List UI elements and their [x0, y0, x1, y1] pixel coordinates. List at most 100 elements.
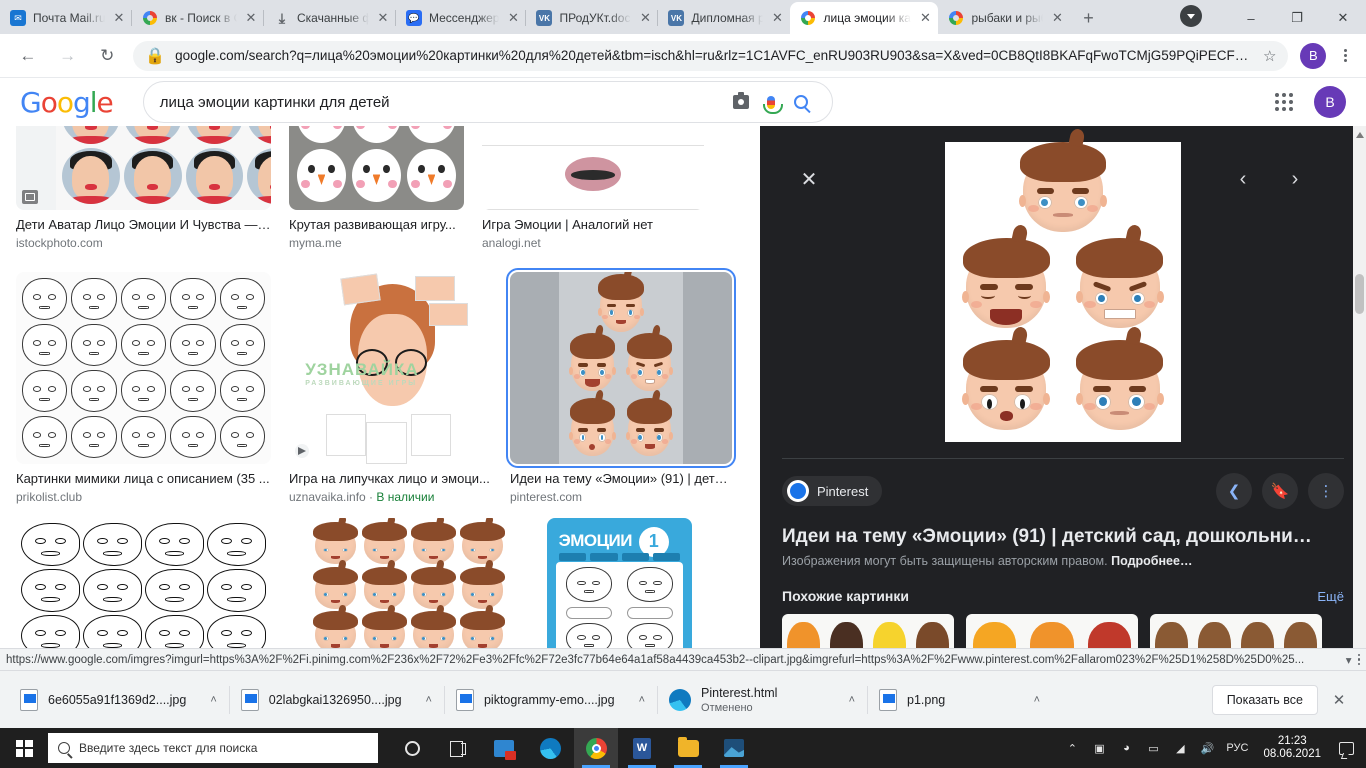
chevron-up-icon[interactable]: ˄ [835, 694, 855, 706]
result-thumbnail[interactable] [289, 518, 529, 648]
tab-2[interactable]: ⤓ Скачанные файлы ✕ [263, 2, 396, 34]
wifi-icon[interactable]: ◢ [1172, 740, 1188, 756]
word-icon[interactable]: W [620, 728, 664, 768]
download-item[interactable]: 02labgkai1326950....jpg ˄ [228, 680, 444, 720]
volume-icon[interactable]: 🔊 [1199, 740, 1215, 756]
search-icon[interactable] [786, 88, 816, 116]
share-icon[interactable]: ❮ [1216, 473, 1252, 509]
close-window-button[interactable]: ✕ [1320, 2, 1366, 34]
tab-5[interactable]: VK Дипломная работа ✕ [657, 2, 790, 34]
scrollbar-thumb[interactable] [1355, 274, 1364, 314]
chrome-icon[interactable] [574, 728, 618, 768]
more-vertical-icon[interactable] [1357, 653, 1360, 666]
reload-button[interactable]: ↻ [92, 41, 122, 71]
forward-button[interactable]: → [53, 41, 83, 71]
microphone-icon[interactable] [756, 88, 786, 116]
tab-0[interactable]: ✉ Почта Mail.ru ✕ [0, 2, 132, 34]
tab-close-icon[interactable]: ✕ [1050, 11, 1064, 25]
more-vertical-icon[interactable]: ⋮ [1308, 473, 1344, 509]
result-card[interactable]: Картинки мимики лица с описанием (35 ...… [16, 272, 271, 504]
result-thumbnail[interactable] [506, 268, 736, 468]
show-all-downloads-button[interactable]: Показать все [1211, 684, 1318, 715]
download-item[interactable]: 6e6055a91f1369d2....jpg ˄ [8, 680, 229, 720]
tab-close-icon[interactable]: ✕ [638, 11, 652, 25]
result-thumbnail[interactable] [16, 518, 271, 648]
result-title[interactable]: Идеи на тему «Эмоции» (91) | детск... [510, 471, 732, 487]
related-thumbnail[interactable] [782, 614, 954, 648]
result-card[interactable]: Крутая развивающая игру... myma.me [289, 126, 464, 250]
result-card[interactable] [289, 518, 529, 648]
result-title[interactable]: Дети Аватар Лицо Эмоции И Чувства — сток… [16, 217, 271, 233]
chevron-up-icon[interactable]: ˄ [196, 694, 216, 706]
tab-close-icon[interactable]: ✕ [770, 11, 784, 25]
source-chip[interactable]: Pinterest [782, 476, 883, 506]
result-card[interactable]: Игра Эмоции | Аналогий нет analogi.net [482, 126, 704, 250]
result-card[interactable]: ЭМОЦИИ 1 [547, 518, 692, 648]
taskbar-search-input[interactable]: Введите здесь текст для поиска [48, 733, 378, 763]
detail-scrollbar[interactable] [1353, 126, 1366, 648]
tab-close-icon[interactable]: ✕ [244, 11, 258, 25]
chevron-up-icon[interactable]: ˄ [412, 694, 432, 706]
result-card[interactable]: УЗНАВАЙКА РАЗВИВАЮЩИЕ ИГРЫ Игра на липучк… [289, 272, 492, 504]
download-item[interactable]: p1.png ˄ [867, 680, 1052, 720]
windows-start-icon[interactable] [0, 728, 48, 768]
webcam-icon[interactable]: ▣ [1091, 740, 1107, 756]
profile-avatar[interactable]: B [1300, 42, 1327, 69]
new-tab-button[interactable]: + [1074, 4, 1102, 32]
result-card[interactable] [16, 518, 271, 648]
search-input[interactable]: лица эмоции картинки для детей [160, 94, 726, 111]
url-bar[interactable]: 🔒 google.com/search?q=лица%20эмоции%20ка… [133, 40, 1289, 71]
maximize-button[interactable]: ❐ [1274, 2, 1320, 34]
result-thumbnail[interactable] [482, 126, 704, 210]
scroll-up-arrow-icon[interactable] [1356, 132, 1364, 138]
chrome-menu-icon[interactable] [1332, 49, 1358, 62]
result-thumbnail[interactable]: УЗНАВАЙКА РАЗВИВАЮЩИЕ ИГРЫ [289, 272, 492, 464]
download-item[interactable]: piktogrammy-emo....jpg ˄ [443, 680, 657, 720]
chevron-left-icon[interactable]: ‹ [1224, 160, 1262, 198]
tab-close-icon[interactable]: ✕ [506, 11, 520, 25]
result-thumbnail[interactable] [16, 272, 271, 464]
task-view-icon[interactable] [436, 728, 480, 768]
tab-3[interactable]: 💬 Мессенджер ✕ [394, 2, 526, 34]
result-thumbnail[interactable]: ЭМОЦИИ 1 [547, 518, 692, 648]
chevron-down-icon[interactable]: ▾ [1346, 653, 1352, 667]
result-title[interactable]: Крутая развивающая игру... [289, 217, 464, 233]
google-account-avatar[interactable]: B [1314, 86, 1346, 118]
bookmark-icon[interactable]: 🔖 [1262, 473, 1298, 509]
search-box[interactable]: лица эмоции картинки для детей [142, 81, 833, 123]
google-logo[interactable]: Google [20, 86, 114, 119]
battery-icon[interactable]: ▭ [1145, 740, 1161, 756]
tab-close-icon[interactable]: ✕ [112, 11, 126, 25]
result-title[interactable]: Игра Эмоции | Аналогий нет [482, 217, 704, 233]
related-more-link[interactable]: Ещё [1317, 589, 1344, 604]
minimize-button[interactable]: – [1228, 2, 1274, 34]
result-title[interactable]: Игра на липучках лицо и эмоци... [289, 471, 492, 487]
result-title[interactable]: Картинки мимики лица с описанием (35 ... [16, 471, 271, 487]
tab-close-icon[interactable]: ✕ [918, 11, 932, 25]
edge-icon[interactable] [528, 728, 572, 768]
close-icon[interactable]: ✕ [790, 160, 828, 198]
back-button[interactable]: ← [13, 41, 43, 71]
result-thumbnail[interactable] [16, 126, 271, 210]
tab-6-active[interactable]: лица эмоции картинки ✕ [790, 2, 939, 34]
cortana-icon[interactable] [390, 728, 434, 768]
google-apps-icon[interactable] [1266, 84, 1302, 120]
close-shelf-icon[interactable]: ✕ [1324, 685, 1354, 715]
bookmark-star-icon[interactable]: ☆ [1263, 47, 1276, 65]
tab-4[interactable]: VK ПРодУКт.docx ✕ [525, 2, 658, 34]
headphones-icon[interactable]: ◕ [1118, 740, 1134, 756]
copyright-link[interactable]: Подробнее… [1111, 554, 1192, 568]
result-card-selected[interactable]: Идеи на тему «Эмоции» (91) | детск... pi… [506, 268, 736, 504]
chevron-up-icon[interactable]: ˄ [1020, 694, 1040, 706]
download-item-cancelled[interactable]: Pinterest.html Отменено ˄ [657, 680, 867, 720]
file-explorer-icon[interactable] [666, 728, 710, 768]
tab-close-icon[interactable]: ✕ [376, 11, 390, 25]
tab-7[interactable]: рыбаки и рыбки ✕ [938, 2, 1070, 34]
chevron-up-icon[interactable]: ˄ [625, 694, 645, 706]
preview-image[interactable] [945, 141, 1181, 442]
show-hidden-icons-icon[interactable]: ⌃ [1064, 740, 1080, 756]
camera-icon[interactable] [726, 88, 756, 116]
related-thumbnail[interactable] [1150, 614, 1322, 648]
clock[interactable]: 21:23 08.06.2021 [1263, 735, 1321, 761]
detail-title[interactable]: Идеи на тему «Эмоции» (91) | детский сад… [782, 525, 1344, 549]
